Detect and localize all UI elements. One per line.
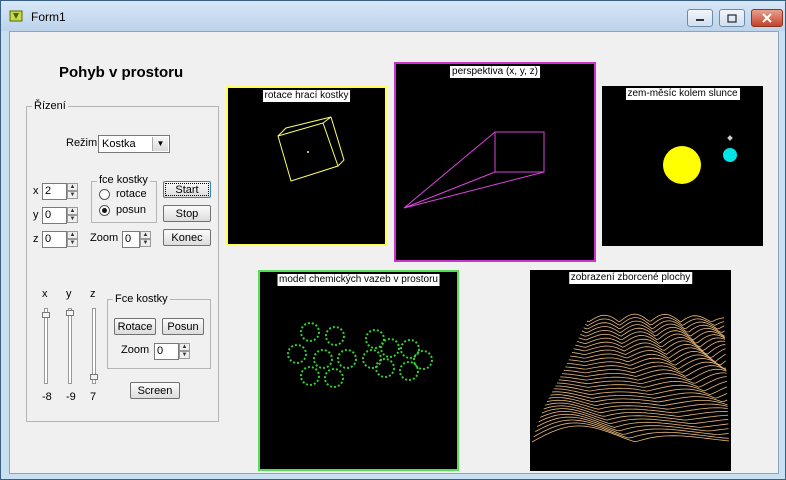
z-input[interactable]: 0: [42, 231, 67, 248]
rotace-button[interactable]: Rotace: [114, 318, 156, 335]
start-button[interactable]: Start: [163, 181, 211, 198]
surface-line: [538, 413, 729, 428]
z-label: z: [33, 233, 39, 245]
y-spinner[interactable]: ▲ ▼: [67, 207, 78, 224]
zoom2-input[interactable]: 0: [154, 343, 179, 360]
surface-line: [556, 376, 727, 388]
page-title: Pohyb v prostoru: [59, 64, 184, 81]
slider-y-label: y: [66, 288, 72, 300]
spin-up-icon[interactable]: ▲: [67, 183, 78, 191]
radio-rotace-label: rotace: [116, 188, 147, 200]
surface-line: [531, 425, 730, 443]
rezim-label: Režim: [66, 137, 98, 149]
rezim-select-value: Kostka: [102, 138, 136, 150]
surface-line: [573, 340, 726, 352]
chevron-down-icon[interactable]: ▼: [152, 137, 168, 151]
main-window: Form1 Pohyb v prostoru Řízení Režim Kost…: [0, 0, 786, 480]
surface-line: [586, 313, 725, 323]
earth-circle: [723, 148, 737, 162]
slider-z-label: z: [90, 288, 96, 300]
zoom2-spinner[interactable]: ▲ ▼: [179, 343, 190, 360]
restore-button[interactable]: [719, 9, 745, 27]
radio-rotace[interactable]: [99, 189, 110, 200]
zoom-spinner[interactable]: ▲ ▼: [140, 231, 151, 248]
z-spinner[interactable]: ▲ ▼: [67, 231, 78, 248]
slider-z-track[interactable]: [92, 308, 96, 384]
slider-y-track[interactable]: [68, 308, 72, 384]
minimize-icon: [696, 19, 704, 21]
spin-up-icon[interactable]: ▲: [140, 231, 151, 239]
spin-down-icon[interactable]: ▼: [179, 351, 190, 359]
zoom-label: Zoom: [90, 232, 119, 244]
panel-chem: model chemických vazeb v prostoru: [258, 270, 459, 471]
stop-button[interactable]: Stop: [163, 205, 211, 222]
spin-down-icon[interactable]: ▼: [67, 215, 78, 223]
surface-line: [533, 422, 729, 439]
delphi-app-icon: [9, 10, 23, 22]
cube-drawing: [277, 116, 345, 182]
radio-posun-label: posun: [116, 204, 146, 216]
close-button[interactable]: [751, 9, 783, 27]
spin-up-icon[interactable]: ▲: [67, 207, 78, 215]
minimize-button[interactable]: [687, 9, 713, 27]
moon-dot: [727, 135, 733, 141]
spin-down-icon[interactable]: ▼: [67, 239, 78, 247]
x-spinner[interactable]: ▲ ▼: [67, 183, 78, 200]
slider-x-value: -8: [42, 391, 52, 403]
restore-icon: [727, 13, 737, 23]
rizeni-group: [26, 106, 219, 422]
y-label: y: [33, 209, 39, 221]
slider-y-value: -9: [66, 391, 76, 403]
surface-drawing: [531, 313, 730, 443]
screen-button[interactable]: Screen: [130, 382, 180, 399]
orbit-drawing: [663, 135, 737, 184]
radio-posun[interactable]: [99, 205, 110, 216]
panel-kostka: rotace hrací kostky: [226, 86, 387, 246]
x-input[interactable]: 2: [42, 183, 67, 200]
zoom2-label: Zoom: [121, 344, 150, 356]
spin-up-icon[interactable]: ▲: [67, 231, 78, 239]
panel-perspektiva: perspektiva (x, y, z): [394, 62, 596, 262]
slider-y-thumb[interactable]: [66, 310, 74, 316]
slider-z-value: 7: [90, 391, 97, 403]
panel-slunce: zem-měsíc kolem slunce: [602, 86, 763, 246]
title-bar[interactable]: Form1: [1, 1, 785, 31]
molecule-drawing: [287, 322, 433, 388]
slider-z-thumb[interactable]: [90, 374, 98, 380]
rizeni-group-label: Řízení: [32, 100, 68, 112]
perspective-drawing: [403, 131, 545, 209]
panel-plocha: zobrazení zborcené plochy: [530, 270, 731, 471]
surface-line: [560, 368, 727, 381]
close-icon: [762, 13, 772, 23]
x-label: x: [33, 185, 39, 197]
form-client-area: Pohyb v prostoru Řízení Režim Kostka ▼ x…: [9, 31, 779, 474]
window-title: Form1: [31, 10, 66, 24]
fce-kostky-label: fce kostky: [97, 174, 150, 186]
surface-line: [585, 317, 725, 327]
fce-kostky2-label: Fce kostky: [113, 293, 170, 305]
surface-line: [561, 365, 727, 377]
rezim-select[interactable]: Kostka ▼: [98, 135, 170, 153]
spin-down-icon[interactable]: ▼: [140, 239, 151, 247]
spin-up-icon[interactable]: ▲: [179, 343, 190, 351]
konec-button[interactable]: Konec: [163, 229, 211, 246]
slider-x-track[interactable]: [44, 308, 48, 384]
slider-x-label: x: [42, 288, 48, 300]
zoom-input[interactable]: 0: [122, 231, 140, 248]
posun-button[interactable]: Posun: [162, 318, 204, 335]
spin-down-icon[interactable]: ▼: [67, 191, 78, 199]
y-input[interactable]: 0: [42, 207, 67, 224]
slider-x-thumb[interactable]: [42, 312, 50, 318]
sun-circle: [663, 146, 701, 184]
